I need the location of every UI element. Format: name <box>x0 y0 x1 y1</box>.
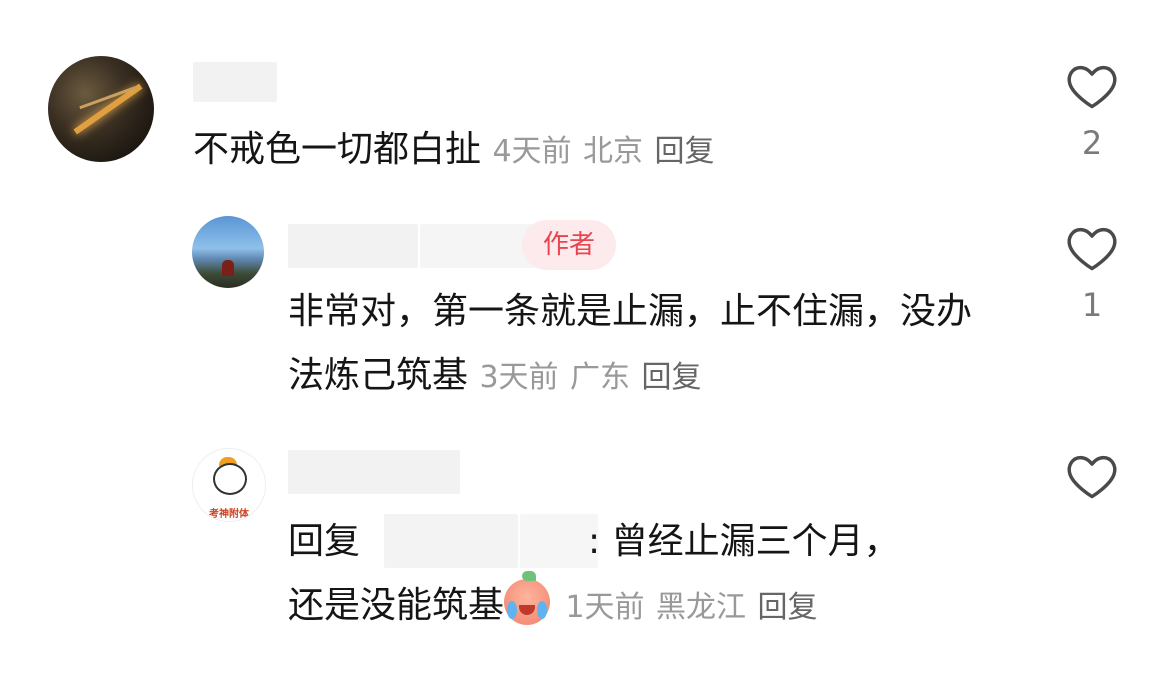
crying-peach-emoji <box>504 571 551 625</box>
comment-location: 广东 <box>570 360 631 395</box>
comment-body: 非常对，第一条就是止漏，止不住漏，没办法炼己筑基 3天前 广东 回复 <box>288 280 988 410</box>
comment-time: 3天前 <box>479 360 559 395</box>
username-redacted[interactable] <box>193 62 277 102</box>
username-redacted[interactable] <box>288 224 418 268</box>
reply-button[interactable]: 回复 <box>757 590 817 625</box>
like-button[interactable]: 2 <box>1062 62 1122 162</box>
like-button[interactable] <box>1062 452 1122 500</box>
comment-text: 不戒色一切都白扯 <box>193 129 482 170</box>
heart-icon[interactable] <box>1066 452 1118 500</box>
comment-text: : 曾经止漏三个月， <box>588 521 900 562</box>
comment-text-line2: 还是没能筑基 <box>288 585 505 626</box>
comment-time: 1天前 <box>565 590 645 625</box>
user-avatar[interactable] <box>48 56 154 162</box>
comment-location: 黑龙江 <box>656 590 747 625</box>
like-count: 2 <box>1081 124 1103 162</box>
comment-text: 非常对，第一条就是止漏，止不住漏，没办法炼己筑基 <box>288 291 973 396</box>
comment-body: 回复 : 曾经止漏三个月， 还是没能筑基 1天前 黑龙江 回复 <box>288 510 988 640</box>
heart-icon[interactable] <box>1066 224 1118 272</box>
comment-time: 4天前 <box>492 134 572 169</box>
reply-prefix: 回复 <box>288 521 361 562</box>
comment-body: 不戒色一切都白扯 4天前 北京 回复 <box>193 118 714 184</box>
reply-button[interactable]: 回复 <box>654 134 714 169</box>
reply-button[interactable]: 回复 <box>641 360 701 395</box>
author-badge: 作者 <box>522 220 616 270</box>
comment-location: 北京 <box>583 134 644 169</box>
author-avatar[interactable] <box>192 216 264 288</box>
like-button[interactable]: 1 <box>1062 224 1122 324</box>
heart-icon[interactable] <box>1066 62 1118 110</box>
username-redacted[interactable] <box>288 450 460 494</box>
like-count: 1 <box>1081 286 1103 324</box>
avatar-caption: 考神附体 <box>209 509 249 520</box>
user-avatar[interactable]: 考神附体 <box>192 448 266 522</box>
